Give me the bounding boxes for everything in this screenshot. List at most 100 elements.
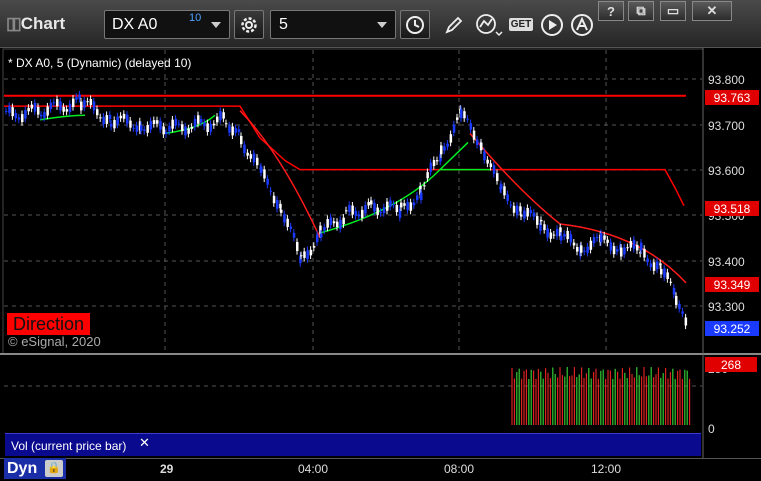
candle-body: [303, 251, 306, 258]
candle-body: [476, 139, 479, 146]
candle-body: [583, 250, 586, 252]
candle-body: [379, 211, 383, 214]
interval-select[interactable]: 5: [270, 10, 396, 39]
candle-body: [492, 165, 496, 174]
time-axis-label: 04:00: [298, 462, 329, 476]
candle-body: [165, 132, 168, 135]
price-axis-label: 93.800: [708, 73, 745, 87]
candle-body: [351, 205, 354, 215]
candle-body: [400, 202, 403, 208]
stop-line-tag: 93.518: [705, 201, 759, 216]
candle-body: [449, 134, 453, 143]
candle-body: [252, 153, 256, 163]
candle-body: [519, 206, 522, 212]
candle-body: [684, 317, 688, 326]
candle-body: [612, 246, 616, 255]
candle-body: [452, 124, 456, 133]
candle-body: [329, 217, 333, 226]
volume-pane-header: Vol (current price bar) ✕: [5, 433, 701, 456]
price-axis-label: 93.600: [708, 164, 745, 178]
candle-body: [563, 233, 566, 237]
candle-body: [135, 125, 139, 132]
candle-body: [432, 159, 436, 166]
candle-body: [286, 218, 289, 227]
price-chart[interactable]: [0, 48, 761, 458]
candle-body: [272, 195, 276, 204]
interval-value: 5: [279, 16, 288, 33]
candle-body: [629, 241, 633, 248]
candle-body: [263, 169, 266, 179]
get-button[interactable]: GET: [506, 10, 536, 39]
help-button[interactable]: ?: [598, 1, 624, 21]
candle-body: [367, 202, 370, 206]
candle-body: [540, 219, 543, 222]
chevron-down-icon[interactable]: [211, 22, 221, 28]
candle-body: [5, 110, 8, 112]
candle-body: [466, 118, 469, 120]
candle-body: [463, 111, 466, 119]
candle-body: [586, 246, 589, 253]
candle-body: [666, 272, 669, 280]
candle-body: [660, 268, 663, 275]
chevron-down-icon[interactable]: [377, 22, 387, 28]
candle-body: [152, 120, 156, 125]
candle-body: [336, 221, 339, 228]
candle-body: [572, 242, 576, 246]
candle-body: [219, 111, 222, 121]
candle-body: [80, 101, 83, 111]
candle-body: [143, 129, 146, 132]
delay-badge: 10: [189, 12, 202, 24]
copyright-text: © eSignal, 2020: [8, 334, 101, 349]
lock-icon[interactable]: 🔒: [45, 460, 63, 477]
candle-body: [480, 142, 483, 151]
candle-body: [171, 119, 174, 129]
restore-button[interactable]: ⧉: [628, 1, 654, 21]
chart-legend: * DX A0, 5 (Dynamic) (delayed 10): [8, 56, 192, 70]
toolbar: ▯▯ Chart DX A0 10 5 GET ? ⧉ ▭ ✕: [0, 0, 761, 48]
candle-body: [126, 114, 129, 124]
candle-body: [409, 202, 413, 211]
time-template-button[interactable]: [400, 10, 430, 39]
candle-body: [132, 127, 135, 129]
candle-body: [206, 123, 209, 133]
candle-body: [200, 119, 203, 123]
candle-body: [168, 126, 171, 132]
candle-body: [626, 247, 629, 249]
candle-body: [56, 99, 59, 107]
candle-body: [549, 232, 553, 239]
candle-body: [24, 110, 27, 119]
candle-body: [187, 128, 190, 134]
candle-body: [105, 115, 109, 124]
settings-button[interactable]: [234, 10, 264, 39]
candle-body: [326, 219, 329, 228]
maximize-button[interactable]: ▭: [660, 1, 686, 21]
study-chart-icon: [476, 13, 503, 36]
candle-body: [600, 233, 603, 242]
studies-button[interactable]: [474, 10, 504, 39]
close-icon[interactable]: ✕: [139, 435, 150, 451]
candle-body: [306, 250, 309, 260]
get-label: GET: [508, 18, 534, 31]
volume-title: Vol (current price bar): [11, 439, 127, 453]
close-button[interactable]: ✕: [692, 1, 732, 21]
alert-button[interactable]: [568, 10, 596, 39]
grid-lines: [4, 50, 702, 387]
draw-tool-button[interactable]: [440, 10, 468, 39]
candle-body: [440, 145, 443, 155]
candle-body: [11, 107, 14, 117]
symbol-input[interactable]: DX A0 10: [104, 10, 230, 39]
candle-body: [640, 242, 643, 251]
candle-body: [506, 194, 509, 201]
candle-body: [300, 255, 303, 257]
candle-body: [552, 234, 556, 236]
candle-body: [357, 214, 361, 217]
play-button[interactable]: [538, 10, 566, 39]
candle-body: [354, 210, 358, 216]
candle-body: [216, 116, 219, 123]
pencil-icon: [445, 16, 463, 34]
grip-icon[interactable]: ▯▯: [6, 14, 22, 33]
candle-body: [320, 233, 323, 238]
time-axis[interactable]: [0, 458, 761, 481]
candle-body: [102, 116, 105, 125]
candle-body: [43, 112, 46, 118]
